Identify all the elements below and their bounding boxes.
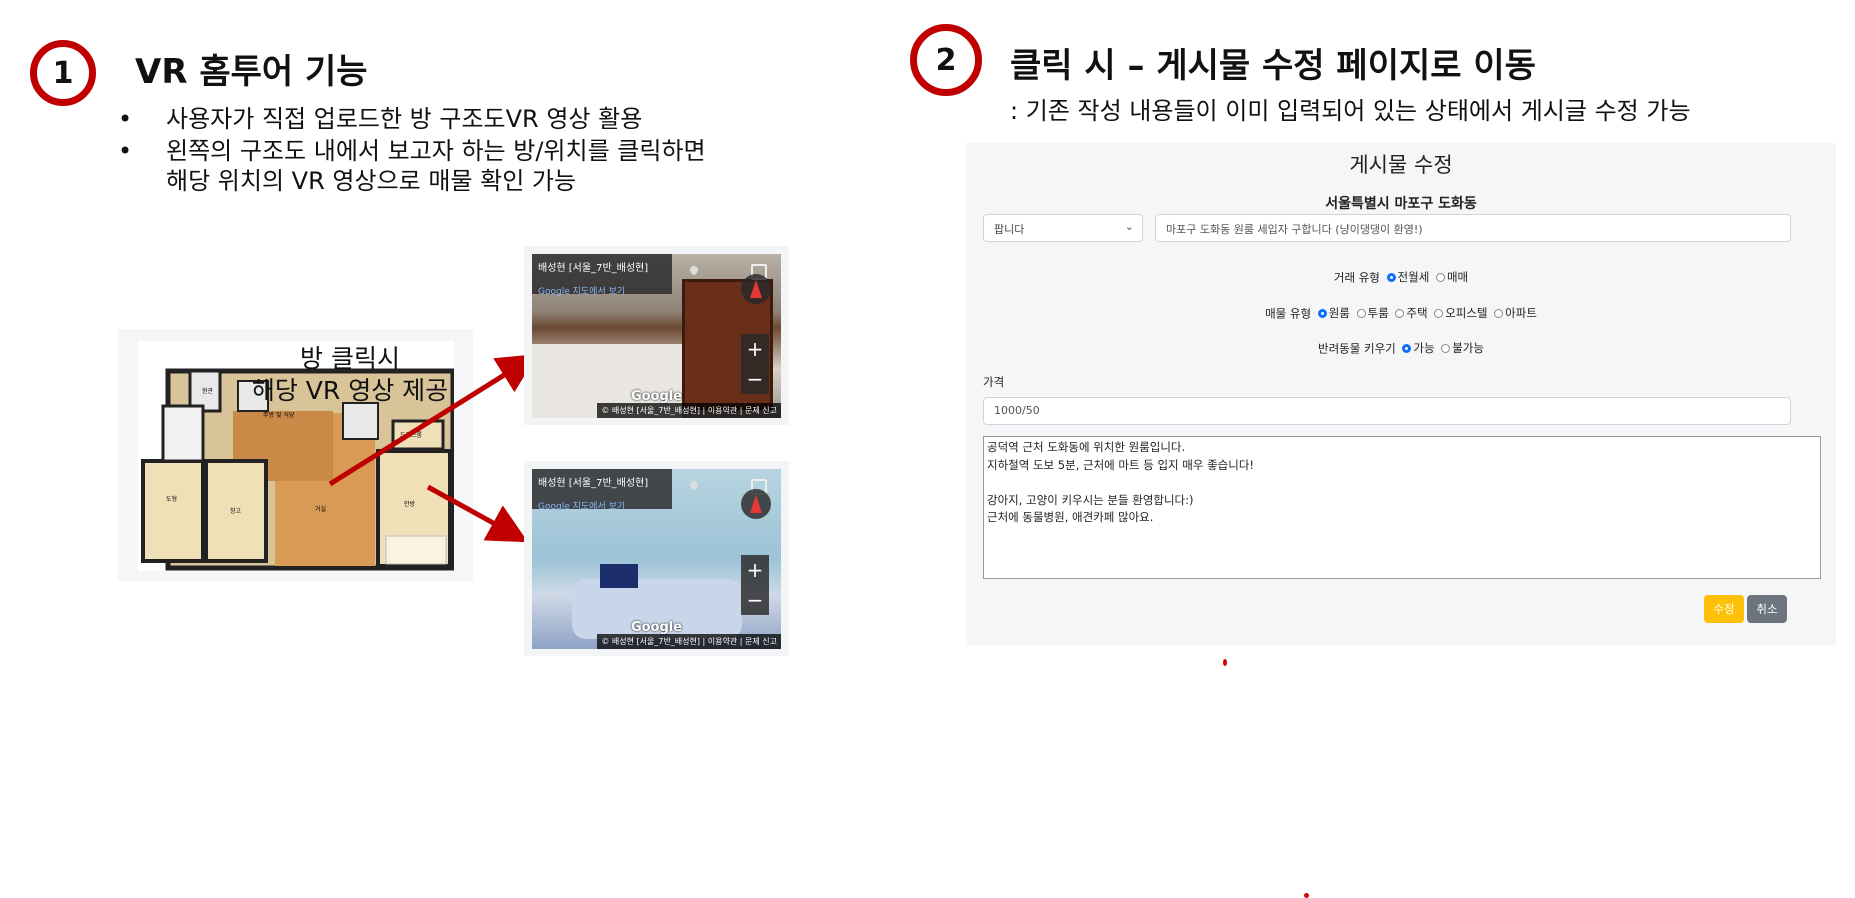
decorative-red-mark: [1223, 659, 1227, 666]
radio-unchecked[interactable]: [1434, 308, 1444, 318]
property-type-option-officetel[interactable]: 오피스텔: [1434, 305, 1488, 321]
content-textarea[interactable]: 공덕역 근처 도화동에 위치한 원룸입니다. 지하철역 도보 5분, 근처에 마…: [983, 436, 1821, 579]
pets-label: 반려동물 키우기: [1318, 341, 1396, 356]
zoom-in-icon[interactable]: +: [741, 334, 769, 364]
deal-type-option-sale[interactable]: 매매: [1435, 269, 1468, 285]
compass-icon[interactable]: [741, 489, 771, 519]
deal-type-option-rent[interactable]: 전월세: [1386, 269, 1429, 285]
radio-checked[interactable]: [1402, 343, 1412, 353]
streetview-2-title-box: 배성현 [서울_7반_배성현] Google 지도에서 보기: [532, 469, 700, 512]
step-2-badge: 2: [910, 24, 982, 96]
map-pin-icon: [688, 264, 700, 276]
pets-option-no[interactable]: 불가능: [1441, 340, 1484, 356]
compass-icon[interactable]: [741, 274, 771, 304]
post-title-input[interactable]: 마포구 도화동 원룸 세입자 구합니다 (냥이댕댕이 환영!): [1155, 214, 1791, 242]
chevron-down-icon: ⌄: [1124, 220, 1134, 233]
streetview-1-title-box: 배성현 [서울_7반_배성현] Google 지도에서 보기: [532, 254, 700, 297]
radio-unchecked[interactable]: [1435, 272, 1445, 282]
arrow-to-view-2: [426, 484, 529, 543]
streetview-frame-2: 배성현 [서울_7반_배성현] Google 지도에서 보기 + − Googl…: [524, 461, 789, 656]
google-logo: Google: [630, 620, 683, 635]
streetview-2[interactable]: 배성현 [서울_7반_배성현] Google 지도에서 보기 + − Googl…: [532, 469, 781, 649]
section-2-title: 클릭 시 – 게시물 수정 페이지로 이동: [1010, 46, 1536, 86]
radio-checked[interactable]: [1386, 272, 1396, 282]
property-type-group: 매물 유형 원룸 투룸 주택 오피스텔 아파트: [966, 305, 1836, 322]
property-type-option-oneroom[interactable]: 원룸: [1317, 305, 1350, 321]
edit-post-form: 게시물 수정 서울특별시 마포구 도화동 팝니다 ⌄ 마포구 도화동 원룸 세입…: [966, 143, 1836, 646]
cancel-button[interactable]: 취소: [1747, 595, 1787, 623]
price-label: 가격: [983, 375, 1005, 389]
submit-edit-button[interactable]: 수정: [1704, 595, 1744, 623]
streetview-frame-1: 배성현 [서울_7반_배성현] Google 지도에서 보기 + − Googl…: [524, 246, 789, 425]
streetview-2-footer: © 배성현 [서울_7반_배성현] | 이용약관 | 문제 신고: [597, 634, 781, 649]
post-type-value: 팝니다: [994, 223, 1025, 236]
property-type-label: 매물 유형: [1265, 306, 1312, 321]
radio-unchecked[interactable]: [1441, 343, 1451, 353]
radio-unchecked[interactable]: [1494, 308, 1504, 318]
post-type-select[interactable]: 팝니다 ⌄: [983, 214, 1143, 242]
streetview-1-title: 배성현 [서울_7반_배성현]: [538, 263, 649, 274]
deal-type-group: 거래 유형 전월세 매매: [966, 269, 1836, 286]
property-type-option-apartment[interactable]: 아파트: [1494, 305, 1537, 321]
price-input[interactable]: 1000/50: [983, 397, 1791, 425]
arrow-to-view-1: [328, 354, 538, 487]
pets-group: 반려동물 키우기 가능 불가능: [966, 340, 1836, 357]
radio-unchecked[interactable]: [1395, 308, 1405, 318]
pets-option-yes[interactable]: 가능: [1402, 340, 1435, 356]
region-label: 서울특별시 마포구 도화동: [1325, 196, 1477, 212]
zoom-control[interactable]: + −: [741, 334, 769, 394]
section-2-subtitle: : 기존 작성 내용들이 이미 입력되어 있는 상태에서 게시글 수정 가능: [1010, 97, 1691, 125]
zoom-control[interactable]: + −: [741, 555, 769, 615]
deal-type-label: 거래 유형: [1333, 270, 1380, 285]
map-pin-icon: [688, 479, 700, 491]
property-type-option-tworoom[interactable]: 투룸: [1356, 305, 1389, 321]
streetview-1-maps-link[interactable]: Google 지도에서 보기: [538, 284, 666, 297]
radio-unchecked[interactable]: [1356, 308, 1366, 318]
streetview-1[interactable]: 배성현 [서울_7반_배성현] Google 지도에서 보기 + − Googl…: [532, 254, 781, 418]
radio-checked[interactable]: [1317, 308, 1327, 318]
zoom-in-icon[interactable]: +: [741, 555, 769, 585]
streetview-2-title: 배성현 [서울_7반_배성현]: [538, 478, 649, 489]
streetview-1-footer: © 배성현 [서울_7반_배성현] | 이용약관 | 문제 신고: [597, 403, 781, 418]
zoom-out-icon[interactable]: −: [741, 585, 769, 615]
form-title: 게시물 수정: [1349, 153, 1453, 177]
step-2-number: 2: [935, 42, 957, 78]
property-type-option-house[interactable]: 주택: [1395, 305, 1428, 321]
google-logo: Google: [630, 389, 683, 404]
streetview-2-maps-link[interactable]: Google 지도에서 보기: [538, 499, 666, 512]
